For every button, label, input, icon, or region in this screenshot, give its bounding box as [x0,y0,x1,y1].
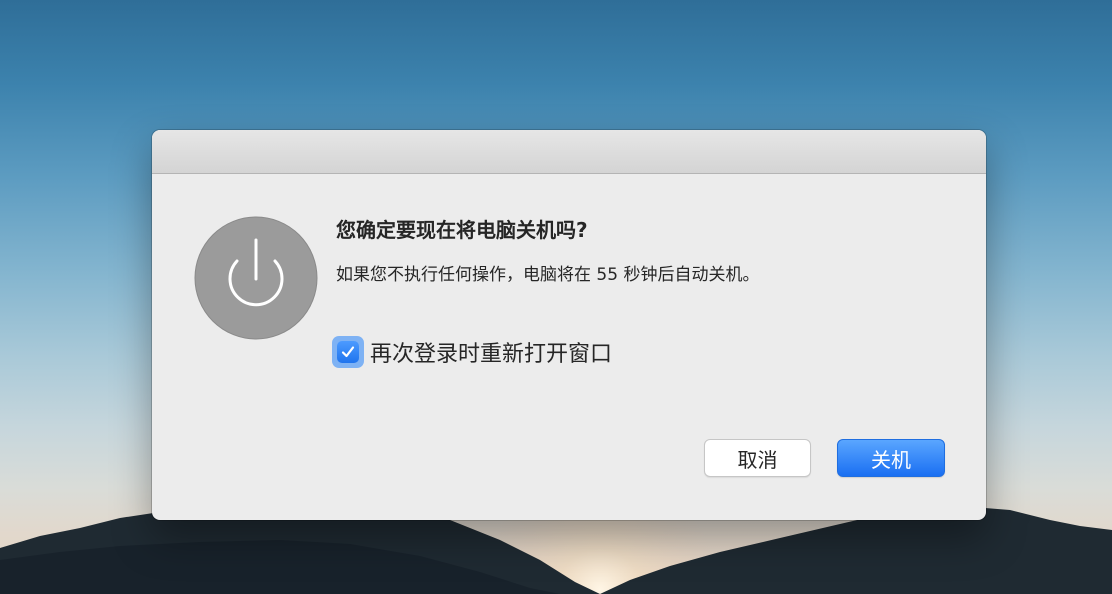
dialog-message: 如果您不执行任何操作，电脑将在 55 秒钟后自动关机。 [336,265,760,285]
shutdown-dialog: 您确定要现在将电脑关机吗? 如果您不执行任何操作，电脑将在 55 秒钟后自动关机… [152,130,986,520]
reopen-windows-option[interactable]: 再次登录时重新打开窗口 [332,334,612,370]
power-icon [194,216,318,340]
cancel-button[interactable]: 取消 [704,439,811,477]
checkmark-box [337,341,359,363]
reopen-windows-label[interactable]: 再次登录时重新打开窗口 [370,336,612,368]
checkmark-icon [341,346,355,358]
shutdown-button[interactable]: 关机 [837,439,945,477]
dialog-title: 您确定要现在将电脑关机吗? [336,218,588,242]
reopen-windows-checkbox[interactable] [332,336,364,368]
dialog-titlebar[interactable] [152,130,986,174]
